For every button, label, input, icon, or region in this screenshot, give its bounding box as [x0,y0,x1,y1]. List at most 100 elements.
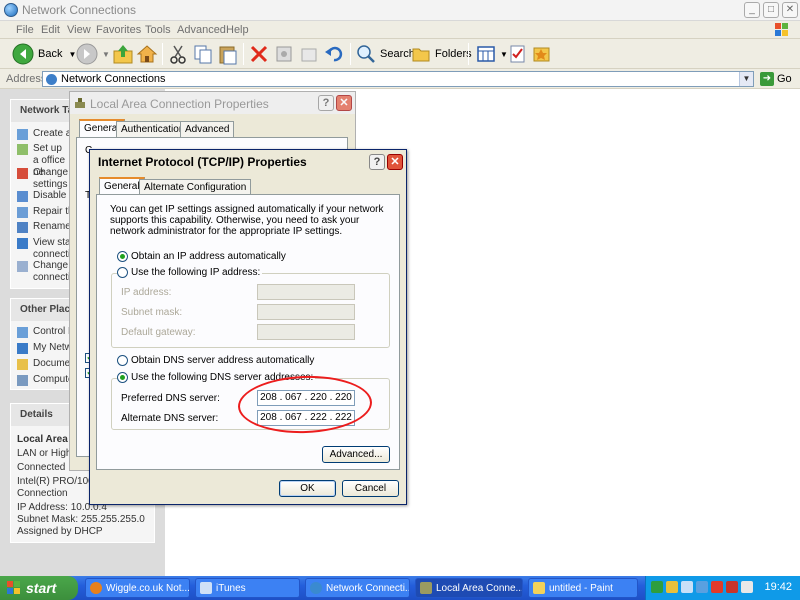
search-label: Search [380,48,415,60]
toolbar-separator [350,43,351,65]
subnet-mask-field[interactable] [257,304,355,320]
status-icon [17,238,28,249]
taskbar-item-local-area-connection[interactable]: Local Area Conne... [415,578,523,598]
tray-network-icon[interactable] [696,581,708,593]
task-create[interactable]: Create a [17,128,71,140]
menu-view[interactable]: View [67,24,91,36]
back-button[interactable]: Back ▼ [12,42,76,66]
tcpip-help-button[interactable]: ? [369,154,385,170]
lac-tab-advanced[interactable]: Advanced [180,121,235,137]
control-panel-icon [17,327,28,338]
address-dropdown-button[interactable]: ▼ [739,72,753,86]
documents-folder-icon [17,359,28,370]
tray-green-icon[interactable] [651,581,663,593]
scissors-icon [170,45,186,64]
taskbar-item-paint[interactable]: untitled - Paint [528,578,638,598]
copy-button[interactable] [193,42,213,66]
ip-address-field[interactable] [257,284,355,300]
itunes-icon [200,582,212,594]
menu-advanced[interactable]: Advanced [177,24,226,36]
close-button[interactable]: ✕ [782,2,798,18]
alternate-dns-label: Alternate DNS server: [121,413,219,424]
taskbar: start Wiggle.co.uk Not... iTunes Network… [0,576,800,600]
place-documents[interactable]: Documen [17,358,76,370]
lac-tab-authentication[interactable]: Authentication [116,121,190,137]
favorites-folder-icon [533,47,550,62]
taskbar-item-wiggle[interactable]: Wiggle.co.uk Not... [85,578,190,598]
use-ip-radio[interactable]: Use the following IP address: [117,267,263,278]
menu-file[interactable]: File [16,24,34,36]
tray-red-icon[interactable] [726,581,738,593]
minimize-button[interactable]: _ [744,2,760,18]
forward-arrow-icon [76,43,98,65]
checklist-button[interactable] [508,42,528,66]
address-value: Network Connections [61,73,166,85]
tab-alternate-configuration[interactable]: Alternate Configuration [139,179,252,195]
address-label: Address [6,73,47,85]
tray-antivirus-icon[interactable] [711,581,723,593]
lac-title: Local Area Connection Properties [90,97,269,111]
tab-general[interactable]: General [99,177,145,195]
up-folder-button[interactable] [112,42,134,66]
radio-unselected-icon [117,355,128,366]
cancel-button[interactable]: Cancel [342,480,399,497]
menu-help[interactable]: Help [226,24,249,36]
details-line: Subnet Mask: 255.255.255.0 [17,514,145,525]
move-icon [301,48,317,62]
my-network-icon [17,343,28,354]
task-change-connection[interactable]: Change connectio [17,260,76,284]
taskbar-item-network-connections[interactable]: Network Connecti... [305,578,410,598]
computer-icon [17,375,28,386]
obtain-ip-label: Obtain an IP address automatically [131,251,286,262]
folders-label: Folders [435,48,472,60]
task-view-status[interactable]: View sta connectio [17,237,76,261]
task-rename[interactable]: Rename [17,221,71,233]
taskbar-item-itunes[interactable]: iTunes [195,578,300,598]
properties-button[interactable] [274,42,294,66]
task-repair[interactable]: Repair th [17,206,74,218]
move-to-button[interactable] [299,42,319,66]
network-icon [17,129,28,140]
favorites-button[interactable] [532,42,552,66]
forward-button[interactable]: ▼ [76,42,110,66]
copy-icon [194,45,212,64]
search-button[interactable]: Search [356,42,415,66]
views-button[interactable]: ▼ [476,42,508,66]
start-button[interactable]: start [0,576,78,600]
maximize-button[interactable]: □ [763,2,779,18]
tcpip-close-button[interactable]: ✕ [387,154,403,170]
toolbar-separator [468,43,469,65]
system-tray: 19:42 [645,576,800,600]
network-adapter-icon [420,582,432,594]
default-gateway-label: Default gateway: [121,327,196,338]
obtain-dns-radio[interactable]: Obtain DNS server address automatically [117,355,314,366]
ok-button[interactable]: OK [279,480,336,497]
task-change-settings[interactable]: Change settings [17,167,68,191]
go-button[interactable]: ➜ Go [760,72,792,86]
task-disable[interactable]: Disable [17,190,66,202]
advanced-button[interactable]: Advanced... [322,446,390,463]
menu-favorites[interactable]: Favorites [96,24,141,36]
obtain-ip-radio[interactable]: Obtain an IP address automatically [117,251,286,262]
cut-button[interactable] [168,42,188,66]
place-computer[interactable]: Compute [17,374,74,386]
tray-yellow-icon[interactable] [666,581,678,593]
rename-icon [17,222,28,233]
default-gateway-field[interactable] [257,324,355,340]
menu-tools[interactable]: Tools [145,24,171,36]
undo-button[interactable] [324,42,344,66]
address-input[interactable]: Network Connections ▼ [42,71,754,87]
folders-button[interactable]: Folders [411,42,472,66]
settings-icon [17,261,28,272]
tray-volume-icon[interactable] [741,581,753,593]
place-control-panel[interactable]: Control P [17,326,75,338]
place-my-network[interactable]: My Netw [17,342,72,354]
paste-button[interactable] [218,42,238,66]
tray-itunes-icon[interactable] [681,581,693,593]
delete-button[interactable] [249,42,269,66]
network-connections-icon [4,3,18,17]
lac-help-button[interactable]: ? [318,95,334,111]
menu-edit[interactable]: Edit [41,24,60,36]
lac-close-button[interactable]: ✕ [336,95,352,111]
home-button[interactable] [136,42,158,66]
